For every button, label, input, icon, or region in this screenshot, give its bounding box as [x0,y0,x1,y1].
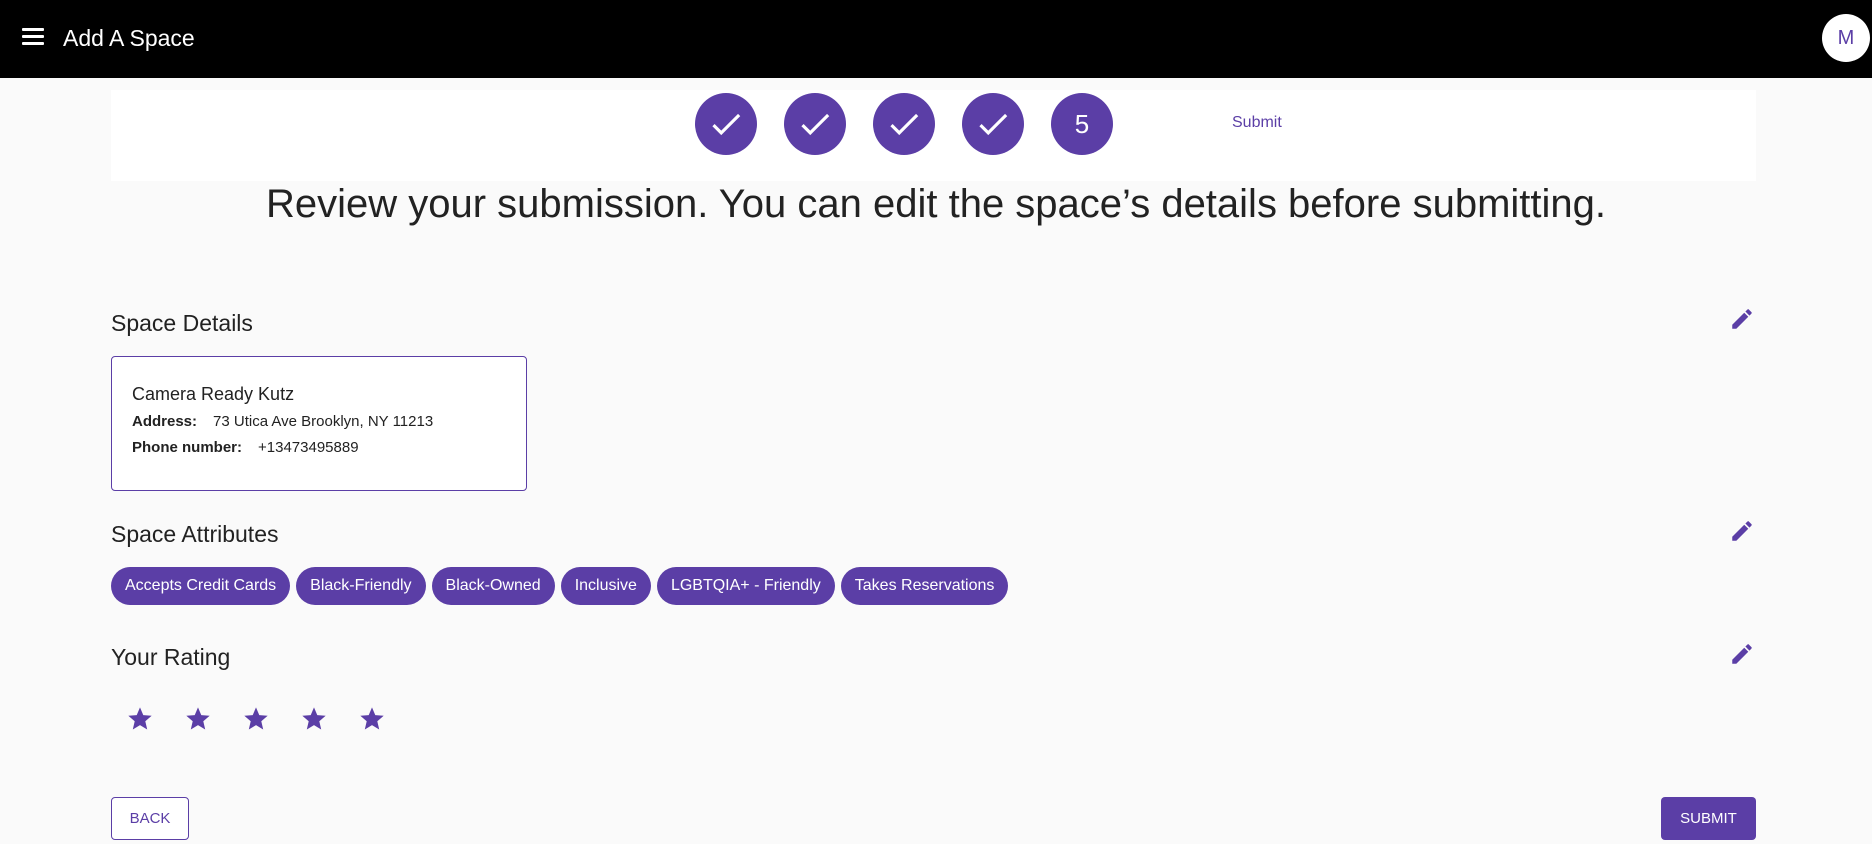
space-name: Camera Ready Kutz [132,384,295,404]
phone-label: Phone number: [132,439,243,456]
back-button[interactable]: BACK [111,797,189,840]
chip-lgbtqia-friendly[interactable]: LGBTQIA+ - Friendly [656,567,835,605]
step-3-complete [873,93,935,155]
stepper: 5 Submit [111,90,1756,181]
space-attributes-title: Space Attributes [111,521,279,547]
phone-row: Phone number: +13473495889 [132,439,359,456]
check-icon [890,113,919,136]
step-2-complete [784,93,846,155]
star-icon[interactable] [358,705,386,733]
star-icon[interactable] [126,705,154,733]
address-row: Address: 73 Utica Ave Brooklyn, NY 11213 [132,413,433,430]
space-details-title: Space Details [111,310,253,336]
check-icon [801,113,830,136]
step-5-label: Submit [1232,114,1282,131]
rating-stars [126,705,386,733]
star-icon[interactable] [242,705,270,733]
star-icon[interactable] [184,705,212,733]
page-title: Review your submission. You can edit the… [265,182,1607,226]
chip-inclusive[interactable]: Inclusive [560,567,651,605]
chip-black-owned[interactable]: Black-Owned [431,567,555,605]
app-bar: Add A Space M [0,0,1872,78]
pencil-icon [1732,521,1752,541]
chip-black-friendly[interactable]: Black-Friendly [296,567,426,605]
hamburger-menu-icon[interactable] [20,26,48,52]
edit-rating-button[interactable] [1729,641,1755,667]
submit-button[interactable]: SUBMIT [1661,797,1756,840]
step-1-complete [695,93,757,155]
check-icon [712,113,741,136]
step-5-active: 5 [1051,93,1113,155]
pencil-icon [1732,309,1752,329]
check-icon [979,113,1008,136]
avatar[interactable]: M [1822,14,1870,62]
pencil-icon [1732,644,1752,664]
star-icon[interactable] [300,705,328,733]
chip-takes-reservations[interactable]: Takes Reservations [840,567,1009,605]
chip-accepts-credit-cards[interactable]: Accepts Credit Cards [111,567,291,605]
space-details-card: Camera Ready Kutz Address: 73 Utica Ave B… [111,356,527,491]
app-title: Add A Space [63,25,195,51]
edit-space-attributes-button[interactable] [1729,518,1755,544]
address-label: Address: [132,413,198,430]
address-value: 73 Utica Ave Brooklyn, NY 11213 [213,413,434,430]
step-4-complete [962,93,1024,155]
phone-value: +13473495889 [258,439,359,456]
attribute-chips: Accepts Credit Cards Black-Friendly Blac… [111,567,1009,605]
edit-space-details-button[interactable] [1729,306,1755,332]
your-rating-title: Your Rating [111,644,231,670]
